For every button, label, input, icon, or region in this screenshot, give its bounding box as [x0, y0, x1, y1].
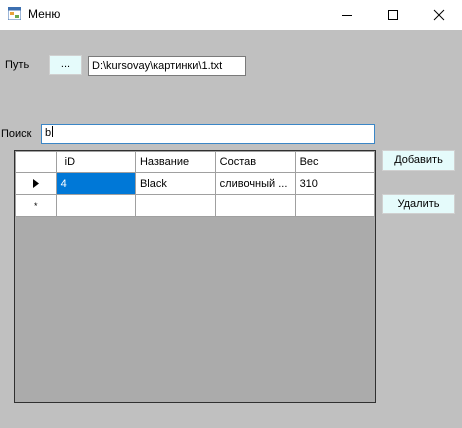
delete-button[interactable]: Удалить	[382, 194, 455, 214]
path-field[interactable]: D:\kursovay\картинки\1.txt	[88, 56, 246, 76]
new-cell[interactable]	[294, 194, 375, 217]
table-row[interactable]: 4 Black сливочный ... 310	[15, 172, 375, 195]
new-cell[interactable]	[134, 194, 216, 217]
grid-corner-header[interactable]	[15, 151, 57, 173]
new-row[interactable]: *	[15, 194, 375, 217]
path-label: Путь	[5, 59, 30, 71]
row-header[interactable]	[15, 172, 57, 195]
minimize-button[interactable]	[324, 0, 370, 30]
new-row-header[interactable]: *	[15, 194, 57, 217]
grid-header-row: iD Название Состав Вес	[15, 151, 375, 173]
window-title: Меню	[28, 7, 61, 21]
cell-weight[interactable]: 310	[294, 172, 375, 195]
column-header-id[interactable]: iD	[55, 151, 136, 173]
maximize-icon	[388, 10, 398, 20]
new-row-icon: *	[34, 200, 38, 211]
form-icon	[7, 6, 22, 21]
search-label: Поиск	[1, 128, 32, 140]
search-input-value: b	[45, 127, 52, 139]
close-icon	[433, 9, 445, 21]
minimize-icon	[342, 15, 352, 16]
column-header-weight[interactable]: Вес	[294, 151, 375, 173]
data-grid[interactable]: iD Название Состав Вес 4 Black сливочный…	[14, 150, 376, 403]
title-bar[interactable]: Меню	[0, 0, 462, 30]
browse-button[interactable]: ...	[49, 55, 82, 75]
text-caret	[52, 126, 54, 137]
current-row-icon	[32, 179, 39, 189]
maximize-button[interactable]	[370, 0, 416, 30]
new-cell[interactable]	[55, 194, 136, 217]
add-button[interactable]: Добавить	[382, 150, 455, 171]
new-cell[interactable]	[214, 194, 296, 217]
cell-name[interactable]: Black	[134, 172, 216, 195]
column-header-composition[interactable]: Состав	[214, 151, 296, 173]
search-input[interactable]: b	[41, 124, 375, 144]
column-header-name[interactable]: Название	[134, 151, 216, 173]
close-button[interactable]	[416, 0, 462, 30]
cell-composition[interactable]: сливочный ...	[214, 172, 296, 195]
cell-id[interactable]: 4	[55, 172, 136, 195]
